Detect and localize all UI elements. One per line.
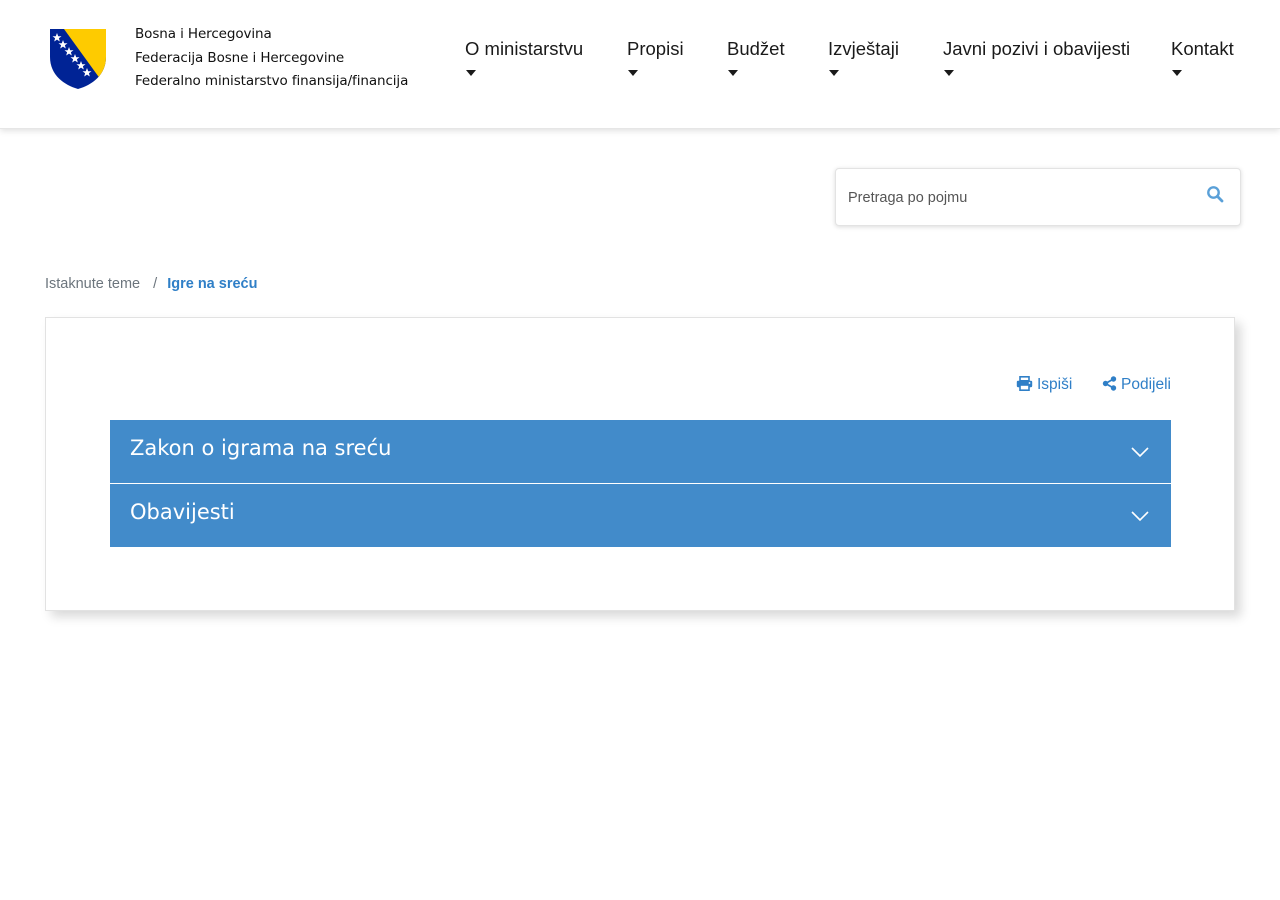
search-button[interactable]: [1206, 185, 1230, 209]
brand-line-country: Bosna i Hercegovina: [135, 26, 272, 42]
nav-item-javni-pozivi[interactable]: Javni pozivi i obavijesti: [943, 38, 1130, 76]
share-label: Podijeli: [1121, 376, 1171, 393]
nav-item-izvjestaji[interactable]: Izvještaji: [828, 38, 899, 76]
nav-item-label: Kontakt: [1171, 38, 1234, 59]
caret-down-icon: [829, 70, 839, 76]
search-input[interactable]: [848, 185, 1178, 211]
brand-text: Bosna i Hercegovina Federacija Bosne i H…: [135, 24, 408, 95]
print-label: Ispiši: [1037, 376, 1073, 393]
nav-item-o-ministarstvu[interactable]: O ministarstvu: [465, 38, 583, 76]
accordion-title: Obavijesti: [130, 500, 235, 524]
brand-line-federation: Federacija Bosne i Hercegovine: [135, 49, 345, 66]
search-icon: [1207, 186, 1224, 203]
caret-down-icon: [466, 70, 476, 76]
breadcrumb: Istaknute teme / Igre na sreću: [45, 276, 257, 292]
chevron-down-icon: [1131, 447, 1149, 458]
coat-of-arms-logo[interactable]: [48, 27, 108, 91]
search-box: [835, 168, 1241, 226]
nav-item-label: Budžet: [727, 38, 785, 59]
caret-down-icon: [628, 70, 638, 76]
accordion-item-zakon[interactable]: Zakon o igrama na sreću: [110, 420, 1171, 483]
accordion-title: Zakon o igrama na sreću: [130, 436, 392, 460]
site-header: Bosna i Hercegovina Federacija Bosne i H…: [0, 0, 1280, 129]
nav-item-propisi[interactable]: Propisi: [627, 38, 684, 76]
nav-item-kontakt[interactable]: Kontakt: [1171, 38, 1234, 76]
nav-item-budzet[interactable]: Budžet: [727, 38, 785, 76]
caret-down-icon: [728, 70, 738, 76]
print-button[interactable]: Ispiši: [1016, 376, 1072, 394]
breadcrumb-link-istaknute-teme[interactable]: Istaknute teme: [45, 276, 140, 292]
chevron-down-icon: [1131, 511, 1149, 522]
nav-item-label: Izvještaji: [828, 38, 899, 59]
breadcrumb-current-page: Igre na sreću: [167, 276, 258, 292]
accordion-item-obavijesti[interactable]: Obavijesti: [110, 484, 1171, 547]
caret-down-icon: [1172, 70, 1182, 76]
breadcrumb-separator: /: [153, 276, 158, 292]
nav-item-label: O ministarstvu: [465, 38, 584, 59]
brand-line-ministry: Federalno ministarstvo finansija/financi…: [135, 73, 409, 89]
share-icon: [1102, 376, 1117, 391]
nav-item-label: Propisi: [627, 38, 684, 59]
caret-down-icon: [944, 70, 954, 76]
content-card: Ispiši Podijeli Zakon o igrama na sreću …: [45, 317, 1235, 611]
nav-item-label: Javni pozivi i obavijesti: [943, 38, 1131, 59]
share-button[interactable]: Podijeli: [1102, 376, 1171, 394]
printer-icon: [1016, 376, 1033, 391]
